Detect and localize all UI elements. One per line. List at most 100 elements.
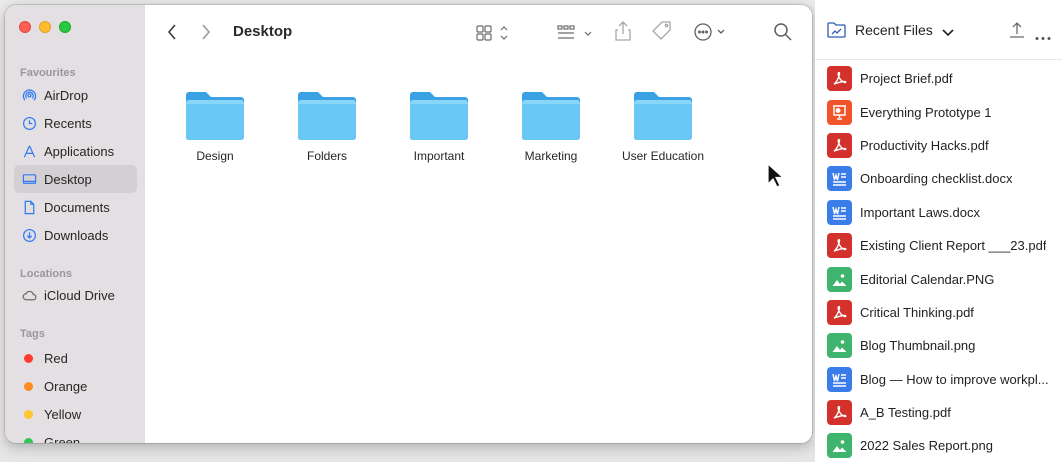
recent-files-title[interactable]: Recent Files: [855, 22, 933, 38]
close-window-button[interactable]: [19, 21, 31, 33]
chevron-down-icon[interactable]: [941, 25, 955, 43]
back-icon[interactable]: [165, 22, 179, 42]
recent-file-name: Productivity Hacks.pdf: [860, 137, 989, 153]
recent-files-list: Project Brief.pdf Everything Prototype 1 P…: [815, 60, 1062, 462]
slides-file-icon: [827, 99, 852, 125]
image-file-icon: [827, 333, 852, 359]
pdf-file-icon: [827, 233, 852, 259]
sidebar-item-airdrop[interactable]: AirDrop: [14, 81, 137, 109]
airdrop-icon: [21, 87, 37, 103]
recent-file-name: Critical Thinking.pdf: [860, 304, 974, 320]
recent-file-item[interactable]: A_B Testing.pdf: [815, 396, 1062, 429]
sidebar-section-locations: Locations: [20, 268, 72, 280]
icon-view-icon[interactable]: [476, 24, 510, 42]
recent-file-item[interactable]: Onboarding checklist.docx: [815, 162, 1062, 195]
folder-item-design[interactable]: Design: [159, 89, 271, 163]
toolbar: Desktop: [145, 5, 812, 59]
folder-item-user-education[interactable]: User Education: [607, 89, 719, 163]
pdf-file-icon: [827, 66, 852, 92]
folder-icon: [298, 92, 356, 140]
folder-icon: [522, 92, 580, 140]
recent-file-item[interactable]: Blog — How to improve workpl...: [815, 363, 1062, 396]
word-file-icon: [827, 166, 852, 192]
window-title: Desktop: [233, 23, 293, 40]
sidebar-item-label: Downloads: [44, 227, 109, 243]
recent-file-name: Existing Client Report ___23.pdf: [860, 238, 1047, 254]
sidebar-item-downloads[interactable]: Downloads: [14, 221, 137, 249]
recent-file-name: 2022 Sales Report.png: [860, 438, 993, 454]
zoom-window-button[interactable]: [59, 21, 71, 33]
clock-icon: [21, 115, 37, 131]
sidebar-item-label: Desktop: [44, 171, 92, 187]
folder-label: Folders: [306, 149, 347, 163]
folder-chart-icon: [827, 21, 847, 44]
recent-file-item[interactable]: 2022 Sales Report.png: [815, 429, 1062, 462]
recent-file-name: Important Laws.docx: [860, 204, 980, 220]
pdf-file-icon: [827, 132, 852, 158]
sidebar-item-label: Red: [44, 350, 68, 366]
recent-file-item[interactable]: Editorial Calendar.PNG: [815, 262, 1062, 295]
folder-item-marketing[interactable]: Marketing: [495, 89, 607, 163]
recent-file-item[interactable]: Blog Thumbnail.png: [815, 329, 1062, 362]
share-icon[interactable]: [614, 20, 632, 42]
folder-grid: Design Folders Important Marketing User …: [159, 89, 719, 163]
sidebar-tag-orange[interactable]: Orange: [14, 372, 137, 400]
recent-file-name: Editorial Calendar.PNG: [860, 271, 995, 287]
applications-icon: [21, 143, 37, 159]
window-controls: [5, 21, 145, 35]
recent-file-item[interactable]: Project Brief.pdf: [815, 62, 1062, 95]
recent-file-item[interactable]: Productivity Hacks.pdf: [815, 129, 1062, 162]
recent-file-item[interactable]: Important Laws.docx: [815, 196, 1062, 229]
recent-file-name: Everything Prototype 1: [860, 104, 992, 120]
minimize-window-button[interactable]: [39, 21, 51, 33]
sidebar-tag-green[interactable]: Green: [14, 428, 137, 443]
sidebar-item-icloud-drive[interactable]: iCloud Drive: [14, 281, 137, 309]
sidebar: Favourites AirDrop Recents Applications …: [5, 5, 145, 443]
finder-content: Desktop Design Folders Important Marketi…: [145, 5, 812, 443]
recent-file-item[interactable]: Critical Thinking.pdf: [815, 296, 1062, 329]
sidebar-item-desktop[interactable]: Desktop: [14, 165, 137, 193]
tag-color-dot: [24, 381, 33, 391]
recent-file-name: Project Brief.pdf: [860, 71, 953, 87]
sidebar-item-label: Green: [44, 434, 81, 444]
sidebar-tag-red[interactable]: Red: [14, 344, 137, 372]
folder-label: Marketing: [524, 149, 578, 163]
recent-file-item[interactable]: Existing Client Report ___23.pdf: [815, 229, 1062, 262]
search-icon[interactable]: [773, 22, 793, 42]
recent-file-item[interactable]: Everything Prototype 1: [815, 95, 1062, 128]
cloud-icon: [21, 287, 37, 303]
word-file-icon: [827, 366, 852, 392]
folder-label: Design: [196, 149, 234, 163]
sidebar-tag-yellow[interactable]: Yellow: [14, 400, 137, 428]
download-icon: [21, 227, 37, 243]
tag-icon[interactable]: [651, 21, 673, 41]
upload-icon[interactable]: [1008, 21, 1026, 44]
more-options-icon[interactable]: [1035, 28, 1051, 46]
sidebar-item-recents[interactable]: Recents: [14, 109, 137, 137]
document-icon: [21, 199, 37, 215]
tag-color-dot: [24, 437, 33, 443]
sidebar-item-label: Applications: [44, 143, 115, 159]
pdf-file-icon: [827, 299, 852, 325]
folder-label: User Education: [621, 149, 705, 163]
sidebar-item-label: AirDrop: [44, 87, 89, 103]
recent-file-name: Blog Thumbnail.png: [860, 338, 976, 354]
sidebar-item-documents[interactable]: Documents: [14, 193, 137, 221]
group-by-icon[interactable]: [557, 24, 595, 42]
recent-file-name: A_B Testing.pdf: [860, 405, 951, 421]
sidebar-item-applications[interactable]: Applications: [14, 137, 137, 165]
folder-item-folders[interactable]: Folders: [271, 89, 383, 163]
sidebar-section-favourites: Favourites: [20, 67, 76, 79]
folder-icon: [634, 92, 692, 140]
desktop-icon: [21, 171, 37, 187]
finder-window: Favourites AirDrop Recents Applications …: [5, 5, 812, 443]
pdf-file-icon: [827, 400, 852, 426]
folder-item-important[interactable]: Important: [383, 89, 495, 163]
more-actions-icon[interactable]: [693, 22, 729, 42]
word-file-icon: [827, 199, 852, 225]
recent-files-panel: Recent Files Project Brief.pdf Everything…: [815, 0, 1062, 462]
image-file-icon: [827, 266, 852, 292]
sidebar-item-label: Documents: [44, 199, 110, 215]
forward-icon[interactable]: [199, 22, 213, 42]
tag-color-dot: [24, 353, 33, 363]
